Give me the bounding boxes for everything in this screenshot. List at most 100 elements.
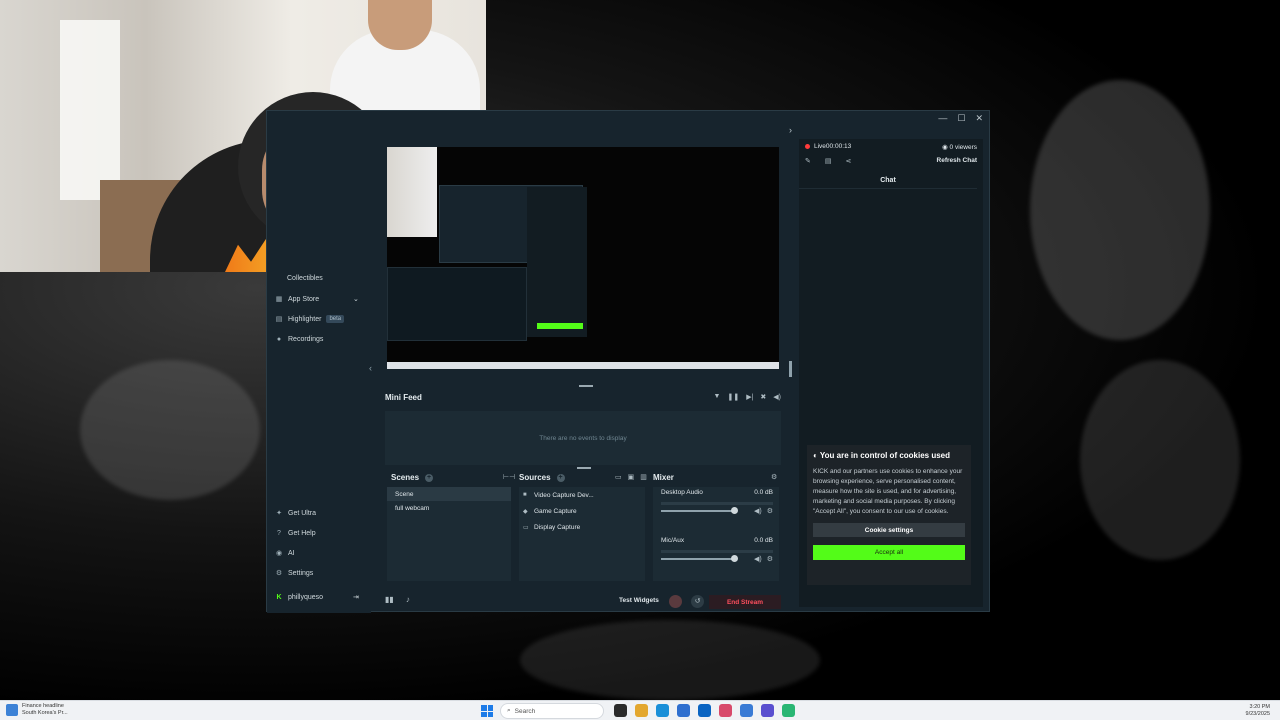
source-collection-icon[interactable]: ▥ xyxy=(640,473,647,481)
sidebar-item-get-ultra[interactable]: ✦ Get Ultra xyxy=(275,509,316,518)
record-button[interactable] xyxy=(669,595,682,608)
add-source-button[interactable]: + xyxy=(556,473,565,482)
scene-transitions-icon[interactable]: ⊢⊣ xyxy=(503,473,515,481)
cookie-title: ◐ You are in control of cookies used xyxy=(813,451,951,460)
chevron-down-icon[interactable]: ⌄ xyxy=(353,295,359,303)
app-icon[interactable] xyxy=(761,704,774,717)
cookie-settings-button[interactable]: Cookie settings xyxy=(813,523,965,537)
streamlabs-icon[interactable] xyxy=(782,704,795,717)
sidebar-item-collectibles[interactable]: Collectibles xyxy=(287,275,323,282)
sidebar-item-get-help[interactable]: ? Get Help xyxy=(275,529,316,537)
mixer-header: Mixer xyxy=(653,473,674,482)
volume-icon[interactable]: ◀) xyxy=(773,393,781,401)
scene-item[interactable]: Scene xyxy=(387,487,511,501)
copilot-icon[interactable] xyxy=(635,704,648,717)
gamepad-icon: ◆ xyxy=(523,508,528,515)
mini-feed-title: Mini Feed xyxy=(385,392,422,402)
app-icon[interactable] xyxy=(719,704,732,717)
source-item[interactable]: ■ Video Capture Dev... xyxy=(519,487,645,503)
help-icon: ? xyxy=(277,529,281,537)
accept-all-button[interactable]: Accept all xyxy=(813,545,965,560)
app-store-icon: ▦ xyxy=(275,296,283,303)
test-widgets-button[interactable]: Test Widgets xyxy=(619,597,659,604)
search-icon: ⌕ xyxy=(507,707,511,714)
taskbar-apps xyxy=(614,704,795,717)
scenes-list: Scene full webcam xyxy=(387,487,511,581)
refresh-chat-button[interactable]: Refresh Chat xyxy=(937,157,977,164)
sidebar-item-ai[interactable]: ◉ AI xyxy=(275,549,295,558)
edit-icon[interactable]: ✎ xyxy=(805,157,811,165)
close-button[interactable]: ✕ xyxy=(975,113,983,124)
sidebar-item-highlighter[interactable]: ▤ Highlighter beta xyxy=(275,315,345,323)
store-icon[interactable] xyxy=(677,704,690,717)
collapse-chat-button[interactable]: › xyxy=(789,125,792,135)
audio-meter xyxy=(661,550,773,553)
scene-item[interactable]: full webcam xyxy=(387,501,511,515)
edge-icon[interactable] xyxy=(656,704,669,717)
outlook-icon[interactable] xyxy=(698,704,711,717)
app-icon[interactable] xyxy=(740,704,753,717)
recordings-icon: ● xyxy=(276,335,282,343)
live-indicator: Live00:00:13 xyxy=(805,143,851,150)
news-icon xyxy=(6,704,18,716)
mute-alerts-icon[interactable]: ✖ xyxy=(760,393,766,401)
replay-buffer-button[interactable]: ↺ xyxy=(691,595,704,608)
minimize-button[interactable]: — xyxy=(938,113,947,123)
preview-drag-handle[interactable] xyxy=(579,385,593,387)
sidebar-item-app-store[interactable]: ▦ App Store ⌄ xyxy=(275,295,359,304)
source-item[interactable]: ◆ Game Capture xyxy=(519,503,645,519)
share-icon[interactable]: ⋖ xyxy=(846,157,852,165)
pause-icon[interactable]: ❚❚ xyxy=(727,393,739,401)
gear-icon[interactable]: ⚙ xyxy=(767,555,773,563)
notifications-icon[interactable]: ♪ xyxy=(406,595,410,604)
filter-icon[interactable]: ▼ xyxy=(714,393,721,401)
chat-title: Chat xyxy=(799,177,977,189)
volume-knob[interactable] xyxy=(731,555,738,562)
kick-logo-icon: K xyxy=(276,593,282,601)
sidebar-item-recordings[interactable]: ● Recordings xyxy=(275,335,324,343)
video-icon: ■ xyxy=(523,492,527,498)
chat-panel: Live00:00:13 ◉ 0 viewers ✎ ▤ ⋖ Refresh C… xyxy=(799,139,983,607)
mini-feed-events: There are no events to display xyxy=(385,411,781,465)
taskbar-search[interactable]: ⌕ Search xyxy=(500,703,604,719)
end-stream-button[interactable]: End Stream xyxy=(709,595,781,609)
volume-slider[interactable] xyxy=(661,507,738,514)
cookie-icon: ◐ xyxy=(813,451,820,460)
speaker-icon[interactable]: ◀) xyxy=(754,507,762,515)
beta-badge: beta xyxy=(326,315,345,323)
source-folder-icon[interactable]: ▣ xyxy=(628,473,635,481)
skip-icon[interactable]: ▶| xyxy=(746,393,753,401)
ai-icon: ◉ xyxy=(275,550,283,557)
mixer-channel-desktop: Desktop Audio 0.0 dB ◀) ⚙ xyxy=(661,489,773,515)
system-clock[interactable]: 3:20 PM 9/23/2025 xyxy=(1246,704,1270,718)
user-profile[interactable]: K phillyqueso ⇥ xyxy=(275,593,358,602)
cookie-text: KICK and our partners use cookies to enh… xyxy=(813,468,963,515)
add-scene-button[interactable]: + xyxy=(425,473,434,482)
task-view-icon[interactable] xyxy=(614,704,627,717)
dashboard-icon[interactable]: ▤ xyxy=(825,157,832,165)
collapse-sidebar-button[interactable]: ‹ xyxy=(369,363,372,373)
source-item[interactable]: ▭ Display Capture xyxy=(519,519,645,535)
maximize-button[interactable]: ☐ xyxy=(957,113,965,124)
volume-slider[interactable] xyxy=(661,555,738,562)
studio-footer: ▮▮ ♪ Test Widgets ↺ End Stream xyxy=(385,595,781,609)
scenes-header: Scenes + xyxy=(391,473,434,482)
performance-icon[interactable]: ▮▮ xyxy=(385,595,394,604)
highlighter-icon: ▤ xyxy=(275,316,283,323)
speaker-icon[interactable]: ◀) xyxy=(754,555,762,563)
monitor-icon: ▭ xyxy=(523,524,529,531)
logout-icon[interactable]: ⇥ xyxy=(353,593,359,601)
mixer-panel: Desktop Audio 0.0 dB ◀) ⚙ Mic/Aux 0.0 dB xyxy=(653,487,779,581)
volume-knob[interactable] xyxy=(731,507,738,514)
news-widget[interactable]: Finance headline South Korea's Pr... xyxy=(6,703,68,717)
preview-resize-handle[interactable] xyxy=(789,361,792,377)
dock-drag-handle[interactable] xyxy=(577,467,591,469)
mixer-settings-icon[interactable]: ⚙ xyxy=(771,473,777,481)
gear-icon[interactable]: ⚙ xyxy=(767,507,773,515)
audio-meter xyxy=(661,502,773,505)
viewer-count: ◉ 0 viewers xyxy=(942,144,977,151)
stream-preview[interactable] xyxy=(387,147,779,369)
sidebar-item-settings[interactable]: ⚙ Settings xyxy=(275,569,313,578)
start-button[interactable] xyxy=(481,705,493,717)
source-group-icon[interactable]: ▭ xyxy=(615,473,622,481)
